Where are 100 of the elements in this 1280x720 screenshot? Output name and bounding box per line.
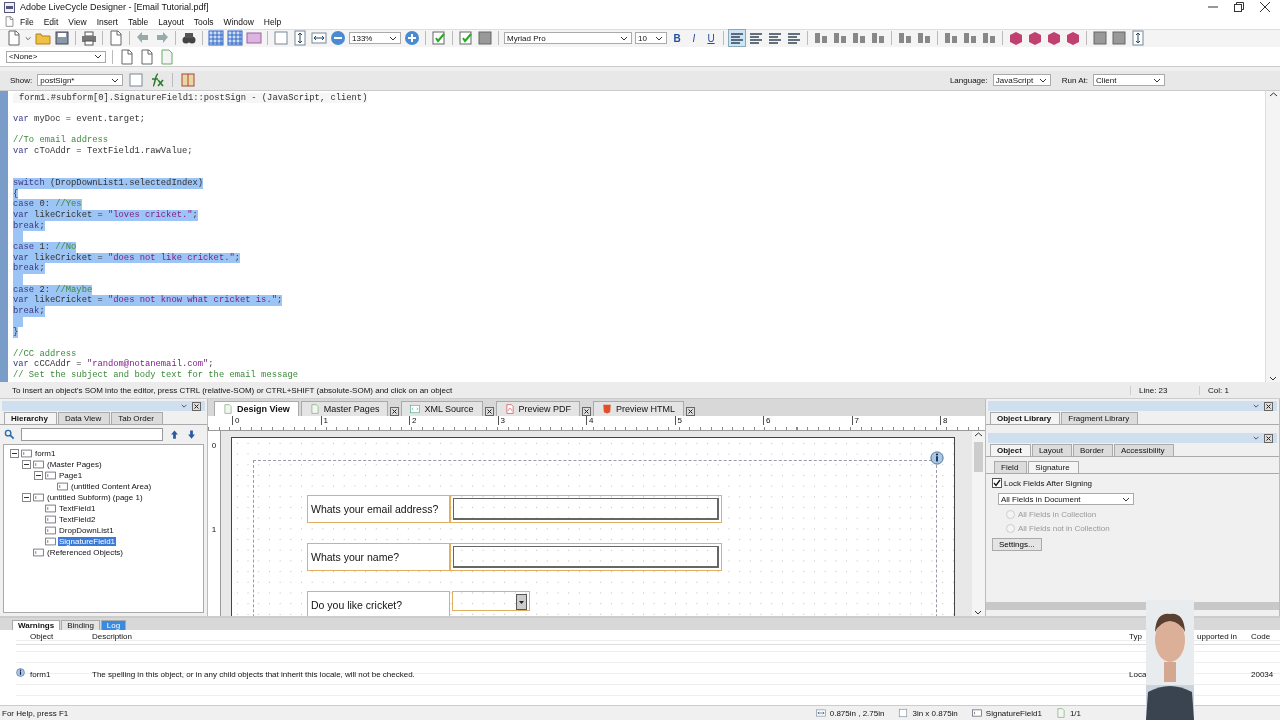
cube-icon[interactable] [1008,30,1024,47]
scroll-thumb[interactable] [974,442,983,473]
panel-tab[interactable]: Accessibility [1113,444,1174,457]
close-icon[interactable] [192,401,201,411]
menu-item[interactable]: Insert [91,16,123,27]
restore-icon[interactable] [1234,2,1244,13]
frame-icon[interactable] [246,30,262,47]
check-icon[interactable] [431,30,447,47]
document-icon[interactable] [119,48,135,65]
new-document-icon[interactable] [6,30,22,47]
document-icon[interactable] [139,48,155,65]
tree-item[interactable]: form1 [34,449,57,459]
cube-icon[interactable] [1065,30,1081,47]
underline-button[interactable]: U [704,33,718,44]
square-icon[interactable] [477,30,493,47]
panel-tab[interactable]: Tab Order [111,412,163,425]
book-icon[interactable] [180,72,197,89]
panel-tab[interactable]: Data View [57,412,111,425]
menu-item[interactable]: Layout [153,16,189,27]
caret-icon[interactable] [1253,435,1260,442]
menu-item[interactable]: Help [258,16,287,27]
tree-toggle[interactable] [34,471,43,481]
panel-tab[interactable]: Border [1072,444,1113,457]
close-icon[interactable] [686,407,696,417]
menu-item[interactable]: Window [218,16,259,27]
folder-icon[interactable] [35,30,51,47]
scroll-up-icon[interactable] [974,431,983,439]
tree-item[interactable]: SignatureField1 [58,537,117,547]
scope-dropdown[interactable]: All Fields in Document [998,493,1134,506]
check-icon[interactable] [458,30,474,47]
tree-item[interactable]: Page1 [58,471,84,481]
caret-icon[interactable] [181,403,188,410]
tree-toggle[interactable] [10,449,19,459]
panel-tab[interactable]: Fragment Library [1061,412,1139,425]
move-up-icon[interactable] [169,429,180,441]
vertical-arrows-icon[interactable] [292,30,308,47]
horizontal-arrows-icon[interactable] [311,30,327,47]
tree-item[interactable]: (untitled Subform) (page 1) [46,493,144,503]
close-icon[interactable] [390,407,400,417]
square-icon[interactable] [1092,30,1108,47]
align-text-icon[interactable] [786,30,802,47]
align-text-icon[interactable] [748,30,764,47]
view-tab[interactable]: Preview HTML [593,401,685,417]
panel-tab[interactable]: Object [990,444,1031,457]
zoom-out-icon[interactable] [330,30,346,47]
sub-tab[interactable]: Signature [1028,461,1079,474]
tree-item[interactable]: TextField2 [58,515,97,525]
vertical-arrows-icon[interactable] [1130,30,1146,47]
font-dropdown[interactable]: Myriad Pro [504,32,632,45]
save-icon[interactable] [54,30,70,47]
dropdown-field[interactable] [452,591,530,612]
menu-item[interactable]: Edit [38,16,64,27]
cube-icon[interactable] [1046,30,1062,47]
menu-item[interactable]: File [15,16,39,27]
sub-tab[interactable]: Field [994,461,1028,474]
panel-tab[interactable]: Layout [1031,444,1072,457]
run-at-dropdown[interactable]: Client [1093,74,1165,87]
align-text-icon[interactable] [767,30,783,47]
grid-icon[interactable] [227,30,243,47]
tree-item[interactable]: TextField1 [58,504,97,514]
view-tab[interactable]: Design View [214,401,299,417]
tree-item[interactable]: DropDownList1 [58,526,115,536]
view-tab[interactable]: Master Pages [300,401,389,417]
text-field[interactable] [450,543,722,572]
print-icon[interactable] [81,30,97,47]
menu-item[interactable]: Tools [188,16,219,27]
tree-item[interactable]: (Master Pages) [46,460,103,470]
font-size-dropdown[interactable]: 10 [635,32,667,45]
text-field[interactable] [450,495,722,524]
close-icon[interactable] [1260,2,1270,13]
cube-icon[interactable] [1027,30,1043,47]
settings-button[interactable]: Settings... [992,538,1042,552]
tree-toggle[interactable] [22,493,31,503]
close-icon[interactable] [582,407,592,417]
align-text-icon[interactable] [729,30,745,47]
language-dropdown[interactable]: JavaScript [992,74,1051,87]
scroll-down-icon[interactable] [1268,374,1278,382]
zoom-dropdown[interactable]: 133% [349,32,401,45]
close-icon[interactable] [1264,401,1273,411]
menu-item[interactable]: View [63,16,92,27]
event-dropdown[interactable]: postSign* [37,74,124,87]
tree-toggle[interactable] [22,460,31,470]
view-tab[interactable]: Preview PDF [495,401,581,417]
document-icon[interactable] [108,30,124,47]
close-icon[interactable] [484,407,494,417]
checkbox[interactable] [992,478,1002,489]
bold-button[interactable]: B [670,33,684,44]
panel-tab[interactable]: Object Library [990,412,1061,425]
close-icon[interactable] [1264,433,1273,443]
tree-item[interactable]: (Referenced Objects) [46,548,125,558]
search-icon[interactable] [4,429,15,441]
tree-item[interactable]: (untitled Content Area) [70,482,153,492]
function-icon[interactable] [149,72,166,89]
caret-icon[interactable] [1253,403,1260,410]
move-down-icon[interactable] [186,429,197,441]
style-dropdown[interactable]: <None> [6,50,106,63]
panel-tab[interactable]: Hierarchy [4,412,57,425]
zoom-in-icon[interactable] [404,30,420,47]
scroll-up-icon[interactable] [1268,90,1278,98]
scroll-down-icon[interactable] [974,609,983,617]
